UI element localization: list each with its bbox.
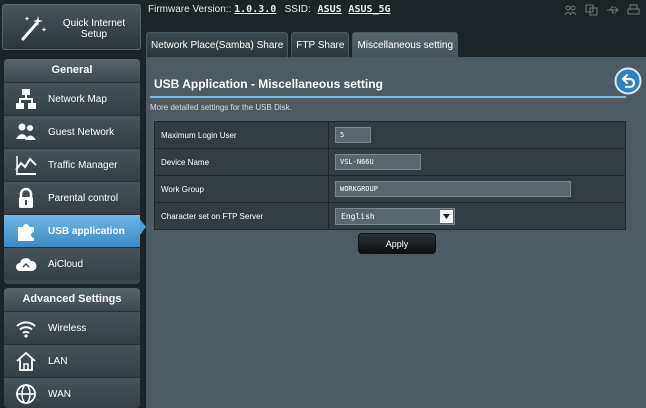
work-group-label: Work Group [154,175,329,203]
sidebar-item-label: WAN [48,388,71,400]
table-row: Maximum Login User [154,121,626,149]
home-icon [16,351,36,371]
sidebar-item-label: USB application [48,225,125,237]
general-header: General [4,59,140,82]
content-panel: USB Application - Miscellaneous setting … [146,57,646,408]
apply-button[interactable]: Apply [358,233,436,254]
clients-icon[interactable] [564,4,577,16]
printer-icon[interactable] [627,4,640,16]
tab-miscellaneous-setting[interactable]: Miscellaneous setting [352,32,459,58]
top-status-bar: Firmware Version:: 1.0.3.0 SSID: ASUS AS… [148,0,646,30]
firmware-ssid-line: Firmware Version:: 1.0.3.0 SSID: ASUS AS… [148,4,391,15]
sidebar-item-wireless[interactable]: Wireless [4,311,140,344]
back-arrow-icon[interactable] [614,67,642,95]
tab-network-place-samba-share[interactable]: Network Place(Samba) Share [146,32,289,58]
puzzle-icon [18,224,34,241]
sidebar-item-traffic-manager[interactable]: Traffic Manager [4,148,140,181]
firmware-version-link[interactable]: 1.0.3.0 [234,4,276,15]
cloud-icon [16,258,37,271]
guest-network-icon [16,123,36,140]
tab-bar: Network Place(Samba) Share FTP Share Mis… [146,32,459,58]
sidebar-item-label: Traffic Manager [48,159,118,171]
magic-wand-icon [21,16,47,41]
copy-icon[interactable] [585,4,598,16]
sidebar-item-network-map[interactable]: Network Map [4,82,140,115]
sidebar-item-wan[interactable]: WAN [4,377,140,408]
max-login-user-label: Maximum Login User [154,121,329,149]
sidebar-item-lan[interactable]: LAN [4,344,140,377]
sidebar-item-label: Wireless [48,322,87,334]
charset-select[interactable]: English [335,207,455,225]
charset-label: Character set on FTP Server [154,202,329,230]
settings-table: Maximum Login User Device Name Work Grou… [154,121,626,230]
advanced-settings-menu: Advanced Settings Wireless LAN WAN [4,288,140,408]
sidebar-item-usb-application[interactable]: USB application [4,214,140,247]
table-row: Work Group [154,175,626,203]
table-row: Character set on FTP Server English [154,202,626,230]
advanced-settings-header: Advanced Settings [4,288,140,311]
device-name-input[interactable] [335,154,421,170]
sidebar-item-label: Parental control [48,192,119,204]
network-map-icon [16,89,36,109]
quick-internet-setup-button[interactable]: Quick Internet Setup [2,4,141,50]
firmware-label: Firmware Version:: [148,4,232,15]
ssid-link-2[interactable]: ASUS_5G [348,4,390,15]
status-icons [564,4,640,16]
sidebar-item-label: Network Map [48,93,107,105]
work-group-input[interactable] [335,181,571,197]
table-row: Device Name [154,148,626,176]
title-divider [150,96,626,98]
ssid-label: SSID: [284,4,311,15]
sidebar-item-label: AiCloud [48,258,84,270]
sidebar-item-parental-control[interactable]: Parental control [4,181,140,214]
charset-selected-value: English [341,211,375,221]
lock-icon [19,187,33,208]
globe-icon [16,384,36,404]
sidebar-item-label: Guest Network [48,126,115,138]
traffic-manager-icon [15,156,37,175]
dropdown-arrow-icon [440,209,453,223]
sidebar-item-aicloud[interactable]: AiCloud [4,247,140,280]
quick-setup-label: Quick Internet Setup [62,18,126,40]
page-title: USB Application - Miscellaneous setting [154,77,383,91]
usb-icon[interactable] [606,4,619,16]
device-name-label: Device Name [154,148,329,176]
ssid-link-1[interactable]: ASUS [318,4,342,15]
wifi-icon [16,321,36,338]
general-menu: General Network Map Guest Network Traffi… [4,59,140,284]
tab-ftp-share[interactable]: FTP Share [291,32,350,58]
max-login-user-input[interactable] [335,127,371,143]
sidebar-item-guest-network[interactable]: Guest Network [4,115,140,148]
sidebar-item-label: LAN [48,355,68,367]
page-description: More detailed settings for the USB Disk. [150,103,292,112]
